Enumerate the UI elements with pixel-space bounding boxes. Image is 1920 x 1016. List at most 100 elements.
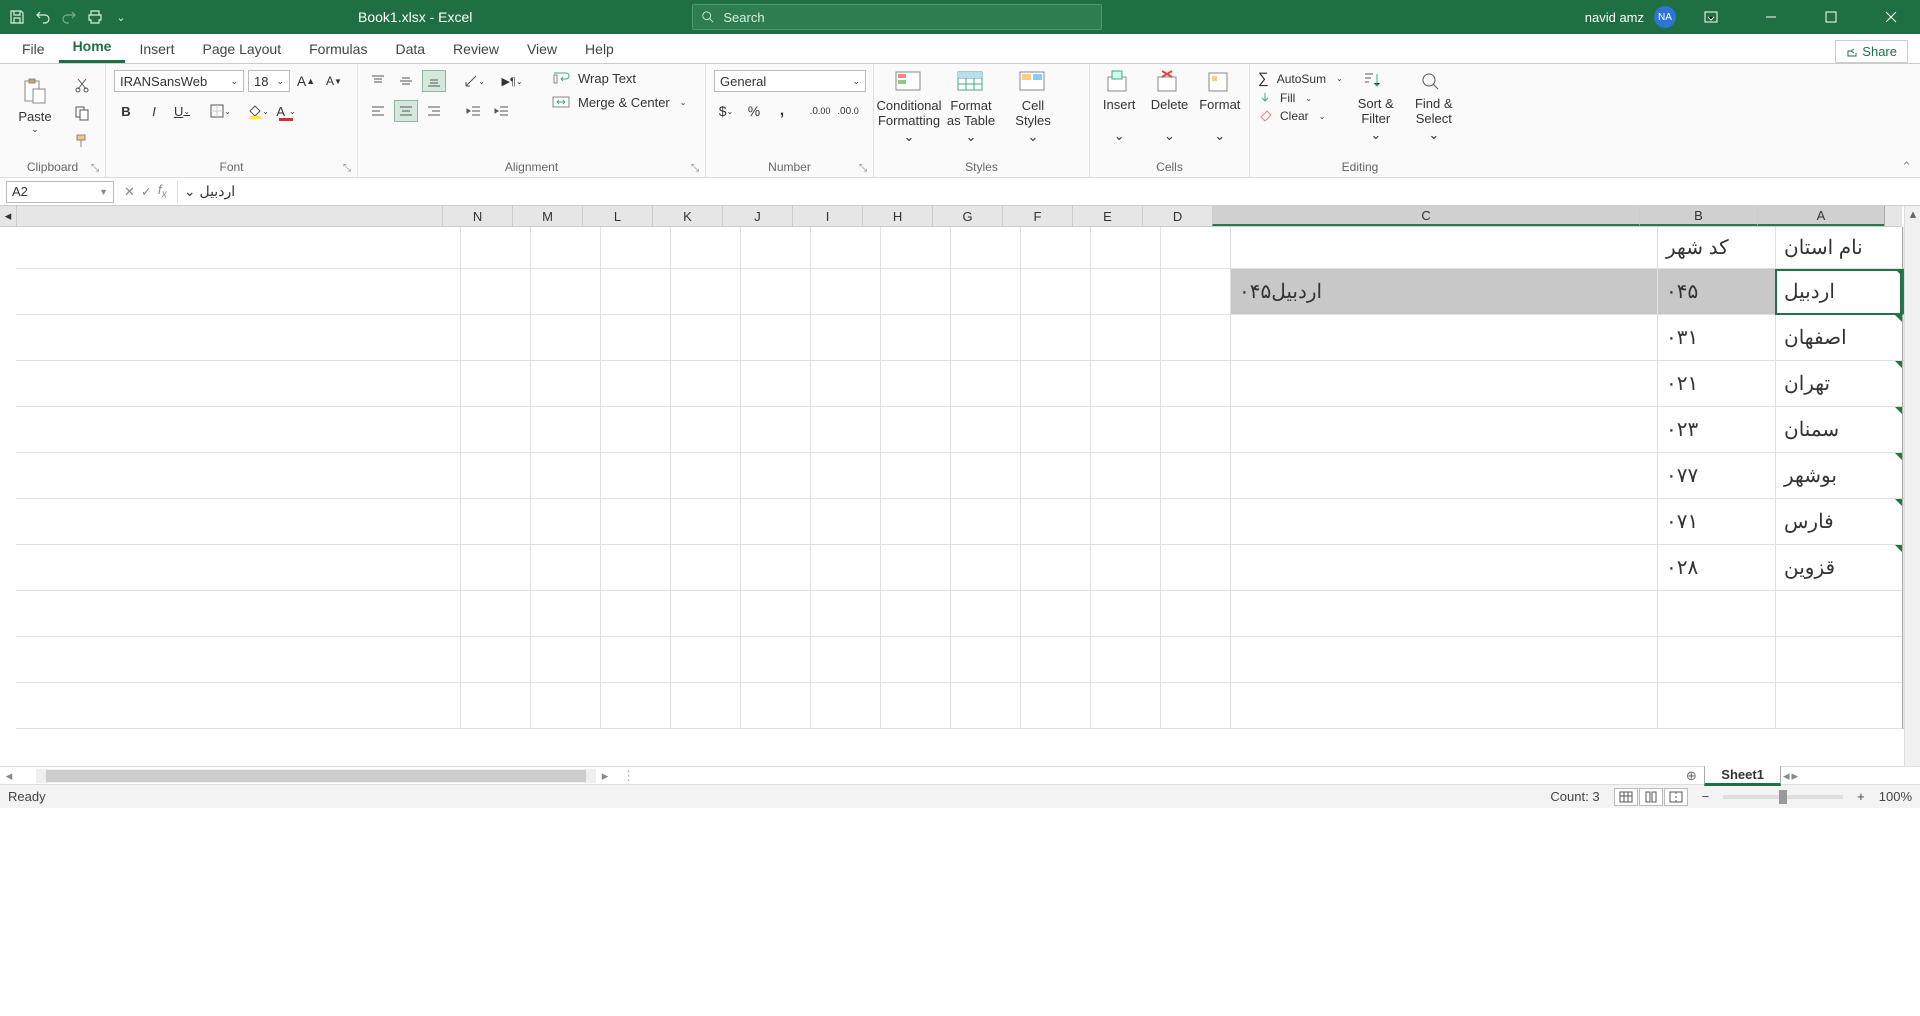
cell[interactable]: اصفهان (1775, 315, 1902, 361)
cell[interactable] (530, 315, 600, 361)
cell[interactable] (1160, 499, 1230, 545)
font-color-icon[interactable]: A⌄ (274, 100, 298, 122)
maximize-icon[interactable] (1806, 0, 1856, 34)
cell[interactable]: فارس (1775, 499, 1902, 545)
cell[interactable] (950, 545, 1020, 591)
cell[interactable] (810, 591, 880, 637)
cell[interactable] (670, 227, 740, 269)
cell[interactable] (1020, 407, 1090, 453)
tab-home[interactable]: Home (59, 32, 126, 63)
cell[interactable] (880, 499, 950, 545)
cell[interactable] (670, 361, 740, 407)
cell[interactable] (1230, 591, 1657, 637)
cut-icon[interactable] (70, 74, 94, 96)
cell[interactable] (740, 227, 810, 269)
cell[interactable] (670, 591, 740, 637)
page-break-view-icon[interactable] (1664, 788, 1688, 806)
cell[interactable] (880, 227, 950, 269)
cell[interactable] (880, 315, 950, 361)
cell[interactable] (530, 499, 600, 545)
tab-review[interactable]: Review (439, 35, 513, 63)
cell[interactable] (1160, 361, 1230, 407)
percent-icon[interactable]: % (742, 100, 766, 122)
cell[interactable] (460, 453, 530, 499)
ribbon-display-icon[interactable] (1686, 0, 1736, 34)
cell[interactable] (1775, 683, 1902, 729)
cell[interactable] (460, 227, 530, 269)
cancel-formula-icon[interactable]: ✕ (124, 184, 135, 200)
close-icon[interactable] (1866, 0, 1916, 34)
cell[interactable] (1090, 315, 1160, 361)
align-bottom-icon[interactable] (422, 70, 446, 92)
scroll-up-icon[interactable]: ▴ (1905, 206, 1920, 222)
cell[interactable] (1230, 315, 1657, 361)
cell[interactable] (530, 591, 600, 637)
decrease-indent-icon[interactable] (462, 100, 486, 122)
cell[interactable] (1160, 269, 1230, 315)
cell[interactable] (740, 637, 810, 683)
cell[interactable] (1020, 315, 1090, 361)
cell[interactable] (740, 407, 810, 453)
comma-icon[interactable]: , (770, 100, 794, 122)
fill-button[interactable]: Fill⌄ (1258, 91, 1343, 105)
minimize-icon[interactable] (1746, 0, 1796, 34)
cell[interactable] (600, 591, 670, 637)
zoom-level[interactable]: 100% (1879, 789, 1912, 804)
redo-icon[interactable] (60, 8, 78, 26)
column-header[interactable]: M (512, 206, 582, 226)
cell[interactable] (880, 637, 950, 683)
fill-color-icon[interactable]: ⌄ (246, 100, 270, 122)
align-top-icon[interactable] (366, 70, 390, 92)
cell[interactable] (810, 453, 880, 499)
paste-button[interactable]: Paste⌄ (8, 70, 62, 142)
cell[interactable]: بوشهر (1775, 453, 1902, 499)
find-select-button[interactable]: Find & Select ⌄ (1409, 70, 1459, 142)
zoom-in-icon[interactable]: + (1857, 789, 1865, 804)
qat-customize-icon[interactable]: ⌄ (112, 8, 130, 26)
cell[interactable] (1657, 637, 1775, 683)
cell[interactable] (1020, 227, 1090, 269)
merge-center-button[interactable]: Merge & Center⌄ (552, 94, 686, 110)
cell[interactable] (460, 591, 530, 637)
column-header[interactable]: F (1002, 206, 1072, 226)
name-box[interactable]: A2▼ (6, 181, 114, 203)
search-input[interactable]: Search (692, 4, 1102, 30)
cell[interactable] (530, 227, 600, 269)
cell[interactable] (670, 545, 740, 591)
format-cells-button[interactable]: Format⌄ (1199, 70, 1241, 142)
fx-icon[interactable]: fx (158, 182, 167, 201)
cell[interactable] (530, 361, 600, 407)
cell[interactable] (740, 683, 810, 729)
cell[interactable] (1020, 591, 1090, 637)
zoom-slider[interactable] (1723, 795, 1843, 799)
cell[interactable] (1160, 637, 1230, 683)
cell[interactable] (950, 227, 1020, 269)
cell[interactable] (880, 407, 950, 453)
enter-formula-icon[interactable]: ✓ (141, 184, 152, 200)
cell[interactable] (880, 683, 950, 729)
autosum-button[interactable]: ∑AutoSum⌄ (1258, 70, 1343, 87)
cell[interactable] (1160, 453, 1230, 499)
cell[interactable] (810, 637, 880, 683)
cell[interactable] (670, 269, 740, 315)
user-name[interactable]: navid amz (1585, 10, 1644, 25)
cell[interactable] (1020, 269, 1090, 315)
cell[interactable] (460, 361, 530, 407)
column-header[interactable]: D (1142, 206, 1212, 226)
cell[interactable] (530, 269, 600, 315)
cell[interactable]: ۰۲۸ (1657, 545, 1775, 591)
cell[interactable] (1020, 683, 1090, 729)
cell[interactable] (460, 637, 530, 683)
align-center-icon[interactable] (394, 100, 418, 122)
cell[interactable] (810, 315, 880, 361)
cell[interactable] (1230, 227, 1657, 269)
save-icon[interactable] (8, 8, 26, 26)
hscroll-right-icon[interactable]: ▸ (596, 768, 614, 784)
cell[interactable] (600, 361, 670, 407)
underline-button[interactable]: U ⌄ (170, 100, 194, 122)
tab-help[interactable]: Help (571, 35, 628, 63)
cell[interactable] (950, 407, 1020, 453)
cell[interactable]: اردبیل (1775, 269, 1902, 315)
cell[interactable] (670, 637, 740, 683)
cell[interactable] (670, 453, 740, 499)
